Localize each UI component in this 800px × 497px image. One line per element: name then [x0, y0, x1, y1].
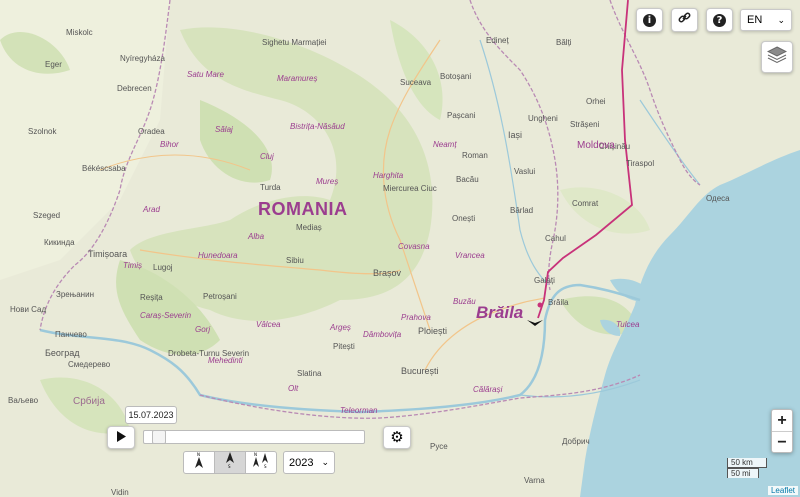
- year-select[interactable]: 2023 ⌄: [283, 451, 335, 474]
- timeline-slider[interactable]: [143, 430, 365, 444]
- year-value: 2023: [289, 456, 314, 469]
- share-link-button[interactable]: [671, 8, 698, 32]
- view-south-up-button[interactable]: S: [214, 451, 246, 474]
- language-select[interactable]: EN ⌄: [740, 9, 792, 31]
- play-button[interactable]: [107, 426, 135, 449]
- svg-text:N: N: [254, 452, 257, 457]
- scale-km: 50 km: [727, 458, 767, 468]
- svg-text:S: S: [228, 464, 231, 469]
- view-north-up-button[interactable]: N: [183, 451, 215, 474]
- scale-mi: 50 mi: [727, 468, 759, 478]
- info-button[interactable]: i: [636, 8, 663, 32]
- link-icon: [678, 11, 691, 29]
- svg-text:S: S: [264, 464, 267, 469]
- chevron-down-icon: ⌄: [321, 457, 329, 467]
- svg-text:N: N: [197, 452, 200, 457]
- country-label: ROMANIA: [258, 199, 348, 219]
- north-south-arrow-icon: NS: [251, 451, 271, 474]
- layers-button[interactable]: [761, 41, 793, 73]
- settings-button[interactable]: ⚙: [383, 426, 411, 449]
- location-marker-icon[interactable]: [527, 315, 543, 326]
- layers-icon: [766, 45, 788, 69]
- south-arrow-icon: S: [223, 451, 237, 474]
- view-both-button[interactable]: NS: [245, 451, 277, 474]
- marker-label: Brăila: [476, 303, 524, 322]
- help-icon: ?: [713, 13, 726, 27]
- current-date-label: 15.07.2023: [125, 406, 177, 424]
- north-arrow-icon: N: [192, 451, 206, 474]
- language-value: EN: [747, 14, 763, 26]
- scale-bar: 50 km 50 mi: [727, 458, 767, 478]
- map-canvas[interactable]: [0, 0, 800, 497]
- zoom-out-button[interactable]: −: [772, 432, 792, 453]
- attribution-link[interactable]: Leaflet: [767, 486, 798, 495]
- info-icon: i: [643, 13, 656, 27]
- zoom-control: + −: [771, 409, 793, 453]
- chevron-down-icon: ⌄: [777, 14, 785, 25]
- gear-icon: ⚙: [390, 429, 404, 446]
- timeline-handle[interactable]: [152, 430, 166, 444]
- help-button[interactable]: ?: [706, 8, 733, 32]
- zoom-in-button[interactable]: +: [772, 410, 792, 432]
- play-icon: [116, 429, 126, 447]
